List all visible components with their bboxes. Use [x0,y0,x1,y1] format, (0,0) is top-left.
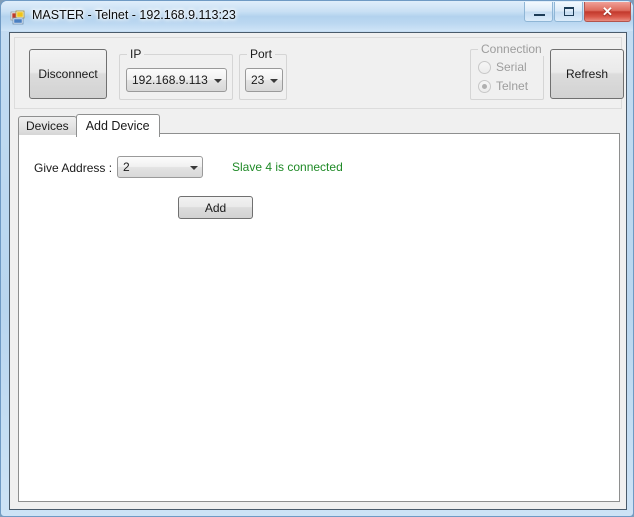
window-controls: ✕ [524,2,631,22]
connection-groupbox-label: Connection [478,42,545,56]
tab-devices[interactable]: Devices [18,116,77,135]
ip-combobox[interactable]: 192.168.9.113 [126,68,227,92]
port-combobox[interactable]: 23 [245,68,283,92]
title-bar[interactable]: MASTER - Telnet - 192.168.9.113:23 ✕ [1,1,633,31]
winforms-app-icon [10,10,25,25]
radio-telnet-label: Telnet [496,79,529,93]
give-address-combobox[interactable]: 2 [117,156,203,178]
radio-serial-icon [478,60,491,74]
port-combobox-value: 23 [251,73,265,87]
chevron-down-icon[interactable] [209,73,226,87]
add-button[interactable]: Add [178,196,253,219]
ip-combobox-value: 192.168.9.113 [132,73,208,87]
radio-serial[interactable]: Serial [478,60,527,74]
close-button[interactable]: ✕ [584,2,631,22]
close-icon: ✕ [602,4,613,19]
port-groupbox-label: Port [247,47,276,61]
connection-groupbox: Connection Serial Telnet [470,42,545,100]
maximize-button[interactable] [554,2,583,22]
ip-groupbox: IP 192.168.9.113 [119,47,233,100]
connection-status-text: Slave 4 is connected [232,160,343,174]
give-address-value: 2 [123,160,130,174]
chevron-down-icon[interactable] [265,73,282,87]
window-title: MASTER - Telnet - 192.168.9.113:23 [32,8,236,22]
minimize-button[interactable] [524,2,553,22]
refresh-button[interactable]: Refresh [550,49,624,99]
connection-toolbar-panel: Disconnect IP 192.168.9.113 Port 23 Conn… [14,37,624,109]
add-device-tab-page: Give Address : 2 Slave 4 is connected Ad… [18,133,620,502]
chevron-down-icon[interactable] [185,160,202,174]
main-tab-control: Devices Add Device Give Address : 2 Slav… [18,114,620,502]
radio-serial-label: Serial [496,60,527,74]
give-address-label: Give Address : [34,161,113,175]
tab-add-device[interactable]: Add Device [75,114,160,137]
tab-strip: Devices Add Device [18,114,160,137]
ip-groupbox-label: IP [127,47,145,61]
radio-telnet-icon [478,79,491,93]
form-client-area: Disconnect IP 192.168.9.113 Port 23 Conn… [9,32,627,510]
application-window: MASTER - Telnet - 192.168.9.113:23 ✕ Dis… [0,0,634,517]
disconnect-button[interactable]: Disconnect [29,49,107,99]
port-groupbox: Port 23 [239,47,287,100]
radio-telnet[interactable]: Telnet [478,79,528,93]
